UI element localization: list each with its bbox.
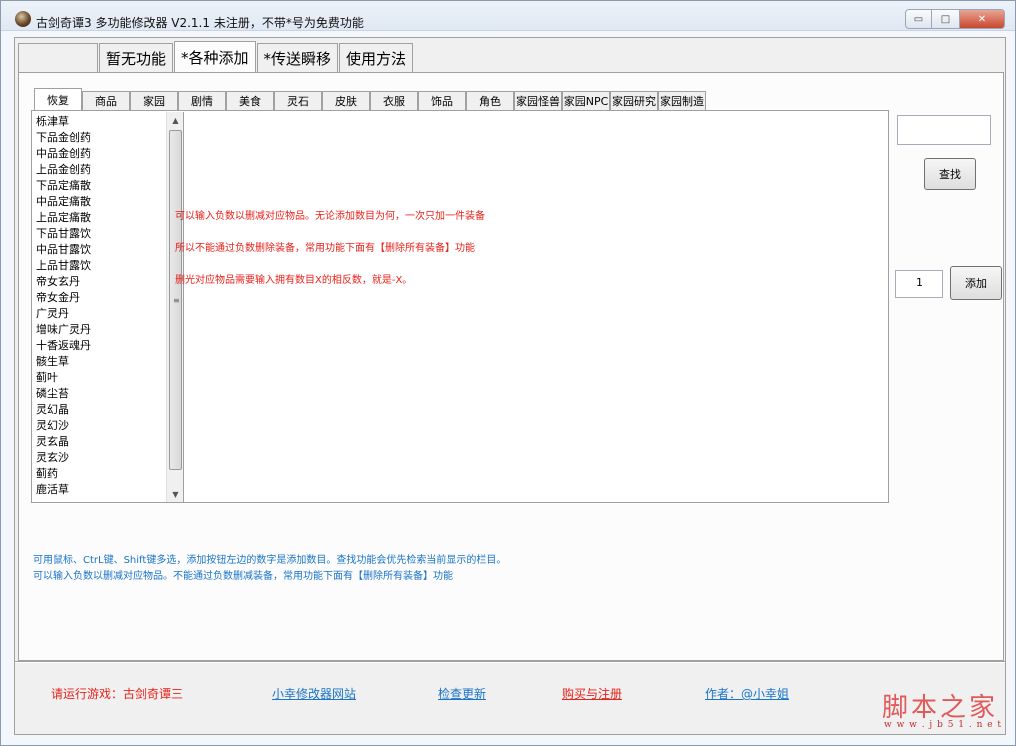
scroll-up-arrow-icon[interactable]: ▲ bbox=[167, 112, 183, 128]
watermark-url: w w w . j b 5 1 . n e t bbox=[884, 720, 1003, 730]
list-item[interactable]: 增味广灵丹 bbox=[36, 322, 166, 338]
website-link[interactable]: 小幸修改器网站 bbox=[272, 685, 356, 702]
category-tab-story[interactable]: 剧情 bbox=[178, 91, 226, 110]
title-bar: 古剑奇谭3 多功能修改器 V2.1.1 未注册，不带*号为免费功能 ▭ □ ✕ bbox=[1, 1, 1015, 31]
site-watermark: 脚本之家 w w w . j b 5 1 . n e t bbox=[882, 687, 1001, 730]
recover-tab-panel: 栎津草 下品金创药 中品金创药 上品金创药 下品定痛散 中品定痛散 上品定痛散 … bbox=[31, 110, 889, 503]
list-item[interactable]: 灵幻晶 bbox=[36, 402, 166, 418]
category-tab-spirit-stone[interactable]: 灵石 bbox=[274, 91, 322, 110]
list-scrollbar[interactable]: ▲ ≡ ▼ bbox=[166, 112, 183, 502]
scroll-down-arrow-icon[interactable]: ▼ bbox=[167, 486, 183, 502]
list-item[interactable]: 中品甘露饮 bbox=[36, 242, 166, 258]
list-item[interactable]: 帝女玄丹 bbox=[36, 274, 166, 290]
app-window: 古剑奇谭3 多功能修改器 V2.1.1 未注册，不带*号为免费功能 ▭ □ ✕ … bbox=[0, 0, 1016, 746]
hint-line-1: 可用鼠标、CtrL键、Shift键多选，添加按钮左边的数字是添加数目。查找功能会… bbox=[33, 555, 507, 566]
category-tab-food[interactable]: 美食 bbox=[226, 91, 274, 110]
note-line-1: 可以输入负数以删减对应物品。无论添加数目为何，一次只加一件装备 bbox=[175, 211, 485, 222]
list-item[interactable]: 蓟叶 bbox=[36, 370, 166, 386]
scroll-grip-icon: ≡ bbox=[173, 296, 180, 305]
list-item[interactable]: 下品定痛散 bbox=[36, 178, 166, 194]
find-button[interactable]: 查找 bbox=[924, 158, 976, 190]
app-icon bbox=[15, 11, 31, 27]
list-item[interactable]: 中品金创药 bbox=[36, 146, 166, 162]
item-list: 栎津草 下品金创药 中品金创药 上品金创药 下品定痛散 中品定痛散 上品定痛散 … bbox=[36, 114, 166, 498]
category-tab-home-research[interactable]: 家园研究 bbox=[610, 91, 658, 110]
list-item[interactable]: 中品定痛散 bbox=[36, 194, 166, 210]
list-item[interactable]: 蓟药 bbox=[36, 466, 166, 482]
category-tab-recover[interactable]: 恢复 bbox=[34, 88, 82, 110]
list-item[interactable]: 上品金创药 bbox=[36, 162, 166, 178]
run-game-status: 请运行游戏：古剑奇谭三 bbox=[51, 687, 184, 701]
author-link[interactable]: 作者：@小幸姐 bbox=[705, 685, 789, 702]
add-button[interactable]: 添加 bbox=[950, 266, 1002, 300]
list-item[interactable]: 鹿活草 bbox=[36, 482, 166, 498]
item-listbox[interactable]: 栎津草 下品金创药 中品金创药 上品金创药 下品定痛散 中品定痛散 上品定痛散 … bbox=[33, 112, 184, 502]
list-item[interactable]: 磷尘苔 bbox=[36, 386, 166, 402]
list-item[interactable]: 栎津草 bbox=[36, 114, 166, 130]
category-tab-skin[interactable]: 皮肤 bbox=[322, 91, 370, 110]
category-tab-strip: 恢复 商品 家园 剧情 美食 灵石 皮肤 衣服 饰品 角色 家园怪兽 家园NPC… bbox=[34, 88, 706, 110]
note-line-3: 删光对应物品需要输入拥有数目X的相反数，就是-X。 bbox=[175, 275, 413, 286]
category-tab-character[interactable]: 角色 bbox=[466, 91, 514, 110]
scroll-thumb[interactable]: ≡ bbox=[169, 130, 182, 470]
list-item[interactable]: 下品甘露饮 bbox=[36, 226, 166, 242]
add-items-panel: 恢复 商品 家园 剧情 美食 灵石 皮肤 衣服 饰品 角色 家园怪兽 家园NPC… bbox=[18, 72, 1004, 661]
list-item[interactable]: 广灵丹 bbox=[36, 306, 166, 322]
tab-teleport[interactable]: *传送瞬移 bbox=[256, 43, 339, 73]
minimize-button[interactable]: ▭ bbox=[905, 9, 932, 29]
footer-divider bbox=[15, 661, 1005, 663]
list-item[interactable]: 上品定痛散 bbox=[36, 210, 166, 226]
tab-no-function[interactable]: 暂无功能 bbox=[99, 43, 174, 73]
category-tab-home-monster[interactable]: 家园怪兽 bbox=[514, 91, 562, 110]
tab-blank[interactable] bbox=[18, 43, 98, 73]
list-item[interactable]: 灵玄沙 bbox=[36, 450, 166, 466]
buy-register-link[interactable]: 购买与注册 bbox=[562, 685, 622, 702]
list-item[interactable]: 帝女金丹 bbox=[36, 290, 166, 306]
close-button[interactable]: ✕ bbox=[959, 9, 1005, 29]
category-tab-goods[interactable]: 商品 bbox=[82, 91, 130, 110]
client-area: 暂无功能 *各种添加 *传送瞬移 使用方法 恢复 商品 家园 剧情 美食 灵石 … bbox=[14, 37, 1006, 735]
list-item[interactable]: 灵玄晶 bbox=[36, 434, 166, 450]
list-item[interactable]: 下品金创药 bbox=[36, 130, 166, 146]
category-tab-clothes[interactable]: 衣服 bbox=[370, 91, 418, 110]
tab-usage[interactable]: 使用方法 bbox=[339, 43, 414, 73]
category-tab-home-npc[interactable]: 家园NPC bbox=[562, 91, 610, 110]
main-tab-strip: 暂无功能 *各种添加 *传送瞬移 使用方法 bbox=[18, 41, 414, 73]
list-item[interactable]: 灵幻沙 bbox=[36, 418, 166, 434]
list-item[interactable]: 上品甘露饮 bbox=[36, 258, 166, 274]
list-item[interactable]: 十香返魂丹 bbox=[36, 338, 166, 354]
maximize-button[interactable]: □ bbox=[932, 9, 959, 29]
note-line-2: 所以不能通过负数删除装备，常用功能下面有【删除所有装备】功能 bbox=[175, 243, 475, 254]
category-tab-home-craft[interactable]: 家园制造 bbox=[658, 91, 706, 110]
watermark-title: 脚本之家 bbox=[882, 693, 999, 723]
quantity-input[interactable]: 1 bbox=[895, 270, 943, 298]
hint-line-2: 可以输入负数以删减对应物品。不能通过负数删减装备，常用功能下面有【删除所有装备】… bbox=[33, 571, 453, 582]
window-controls: ▭ □ ✕ bbox=[905, 9, 1005, 29]
list-item[interactable]: 骸生草 bbox=[36, 354, 166, 370]
window-title: 古剑奇谭3 多功能修改器 V2.1.1 未注册，不带*号为免费功能 bbox=[36, 16, 364, 30]
category-tab-accessory[interactable]: 饰品 bbox=[418, 91, 466, 110]
search-input[interactable] bbox=[897, 115, 991, 145]
check-update-link[interactable]: 检查更新 bbox=[438, 685, 486, 702]
tab-add-items[interactable]: *各种添加 bbox=[174, 41, 256, 73]
category-tab-home[interactable]: 家园 bbox=[130, 91, 178, 110]
